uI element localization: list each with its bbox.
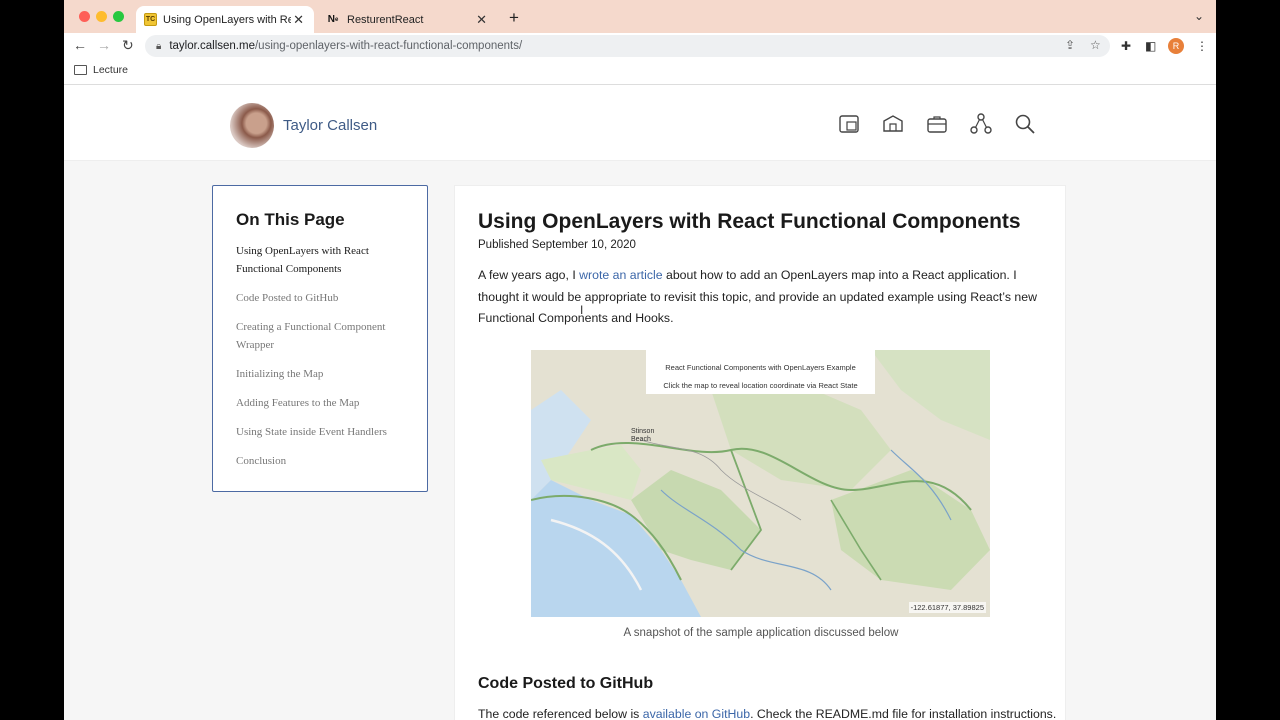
share-icon[interactable]: ⇪ [1065, 38, 1075, 52]
toc-item-conclusion[interactable]: Conclusion [236, 452, 404, 470]
tab-resturentreact[interactable]: Ne ResturentReact ✕ [317, 6, 497, 33]
url-path: /using-openlayers-with-react-functional-… [254, 40, 523, 52]
new-tab-button[interactable]: + [509, 8, 519, 28]
toc-item-adding-features[interactable]: Adding Features to the Map [236, 394, 404, 412]
article-card: Using OpenLayers with React Functional C… [454, 185, 1066, 720]
map-info-panel: React Functional Components with OpenLay… [646, 350, 875, 394]
tab-strip: TC Using OpenLayers with React F ✕ Ne Re… [64, 0, 1216, 33]
reload-icon[interactable]: ↻ [122, 37, 134, 54]
profile-avatar[interactable]: R [1168, 38, 1184, 54]
article-title: Using OpenLayers with React Functional C… [478, 210, 1021, 233]
map-coordinates: -122.61877, 37.89825 [908, 602, 986, 613]
close-tab-icon[interactable]: ✕ [476, 12, 487, 28]
text-cursor-icon: I [580, 303, 584, 317]
map-subtitle: Click the map to reveal location coordin… [663, 381, 858, 390]
site-name-link[interactable]: Taylor Callsen [283, 117, 377, 134]
side-panel-icon[interactable]: ◧ [1145, 39, 1156, 53]
map-screenshot: React Functional Components with OpenLay… [531, 350, 990, 617]
section-heading-code: Code Posted to GitHub [478, 675, 654, 692]
folder-icon [74, 65, 87, 75]
tab-title: Using OpenLayers with React F [163, 13, 291, 26]
network-icon[interactable] [970, 113, 992, 135]
toc-item-code-posted[interactable]: Code Posted to GitHub [236, 289, 404, 307]
chevron-down-icon[interactable]: ⌄ [1194, 9, 1204, 23]
address-bar[interactable]: 🔒︎ taylor.callsen.me /using-openlayers-w… [145, 35, 1110, 57]
wrote-an-article-link[interactable]: wrote an article [579, 268, 662, 282]
tab-title: ResturentReact [347, 13, 424, 26]
forward-arrow-icon[interactable]: → [97, 37, 111, 53]
briefcase-icon[interactable] [926, 113, 948, 135]
map-icon[interactable] [882, 113, 904, 135]
n-favicon-icon: Ne [327, 14, 339, 25]
maximize-window-button[interactable] [113, 11, 124, 22]
section-text: The code referenced below is [478, 707, 643, 720]
intro-text: A few years ago, I [478, 268, 580, 282]
header-nav [838, 113, 1036, 135]
section-text-continued: . Check the README.md file for installat… [750, 707, 1057, 720]
browser-window: TC Using OpenLayers with React F ✕ Ne Re… [64, 0, 1216, 720]
minimize-window-button[interactable] [96, 11, 107, 22]
toc-item-using-state[interactable]: Using State inside Event Handlers [236, 423, 404, 441]
available-on-github-link[interactable]: available on GitHub [643, 707, 750, 720]
bookmarks-bar: Lecture [64, 59, 1216, 85]
section-paragraph: The code referenced below is available o… [478, 707, 1057, 720]
image-caption: A snapshot of the sample application dis… [623, 627, 899, 639]
toc-item-initializing-map[interactable]: Initializing the Map [236, 365, 404, 383]
bookmark-star-icon[interactable]: ☆ [1090, 38, 1101, 52]
close-tab-icon[interactable]: ✕ [293, 12, 304, 28]
kebab-menu-icon[interactable]: ⋮ [1196, 39, 1208, 53]
table-of-contents: On This Page Using OpenLayers with React… [212, 185, 428, 492]
site-viewport: Taylor Callsen On This Page Using OpenLa… [64, 85, 1216, 720]
intro-paragraph: A few years ago, I wrote an article abou… [478, 265, 1048, 330]
map-place-label: Stinson Beach [631, 428, 655, 443]
toc-title: On This Page [236, 210, 345, 229]
author-avatar[interactable] [230, 103, 274, 148]
search-icon[interactable] [1014, 113, 1036, 135]
close-window-button[interactable] [79, 11, 90, 22]
toc-item-using-openlayers[interactable]: Using OpenLayers with React Functional C… [236, 242, 404, 278]
bookmark-lecture[interactable]: Lecture [74, 64, 128, 76]
extensions-puzzle-icon[interactable]: ✚ [1121, 39, 1131, 53]
portfolio-icon[interactable] [838, 113, 860, 135]
lock-icon[interactable]: 🔒︎ [156, 41, 161, 52]
tc-favicon-icon: TC [144, 13, 157, 26]
bookmark-label: Lecture [93, 64, 129, 76]
back-arrow-icon[interactable]: ← [73, 37, 87, 53]
map-title: React Functional Components with OpenLay… [665, 363, 856, 372]
publish-date: Published September 10, 2020 [478, 239, 636, 251]
site-header: Taylor Callsen [64, 85, 1216, 161]
url-host: taylor.callsen.me [169, 40, 255, 52]
browser-toolbar: ← → ↻ 🔒︎ taylor.callsen.me /using-openla… [64, 33, 1216, 59]
toc-item-functional-wrapper[interactable]: Creating a Functional Component Wrapper [236, 318, 404, 354]
tab-openlayers-article[interactable]: TC Using OpenLayers with React F ✕ [136, 6, 314, 33]
